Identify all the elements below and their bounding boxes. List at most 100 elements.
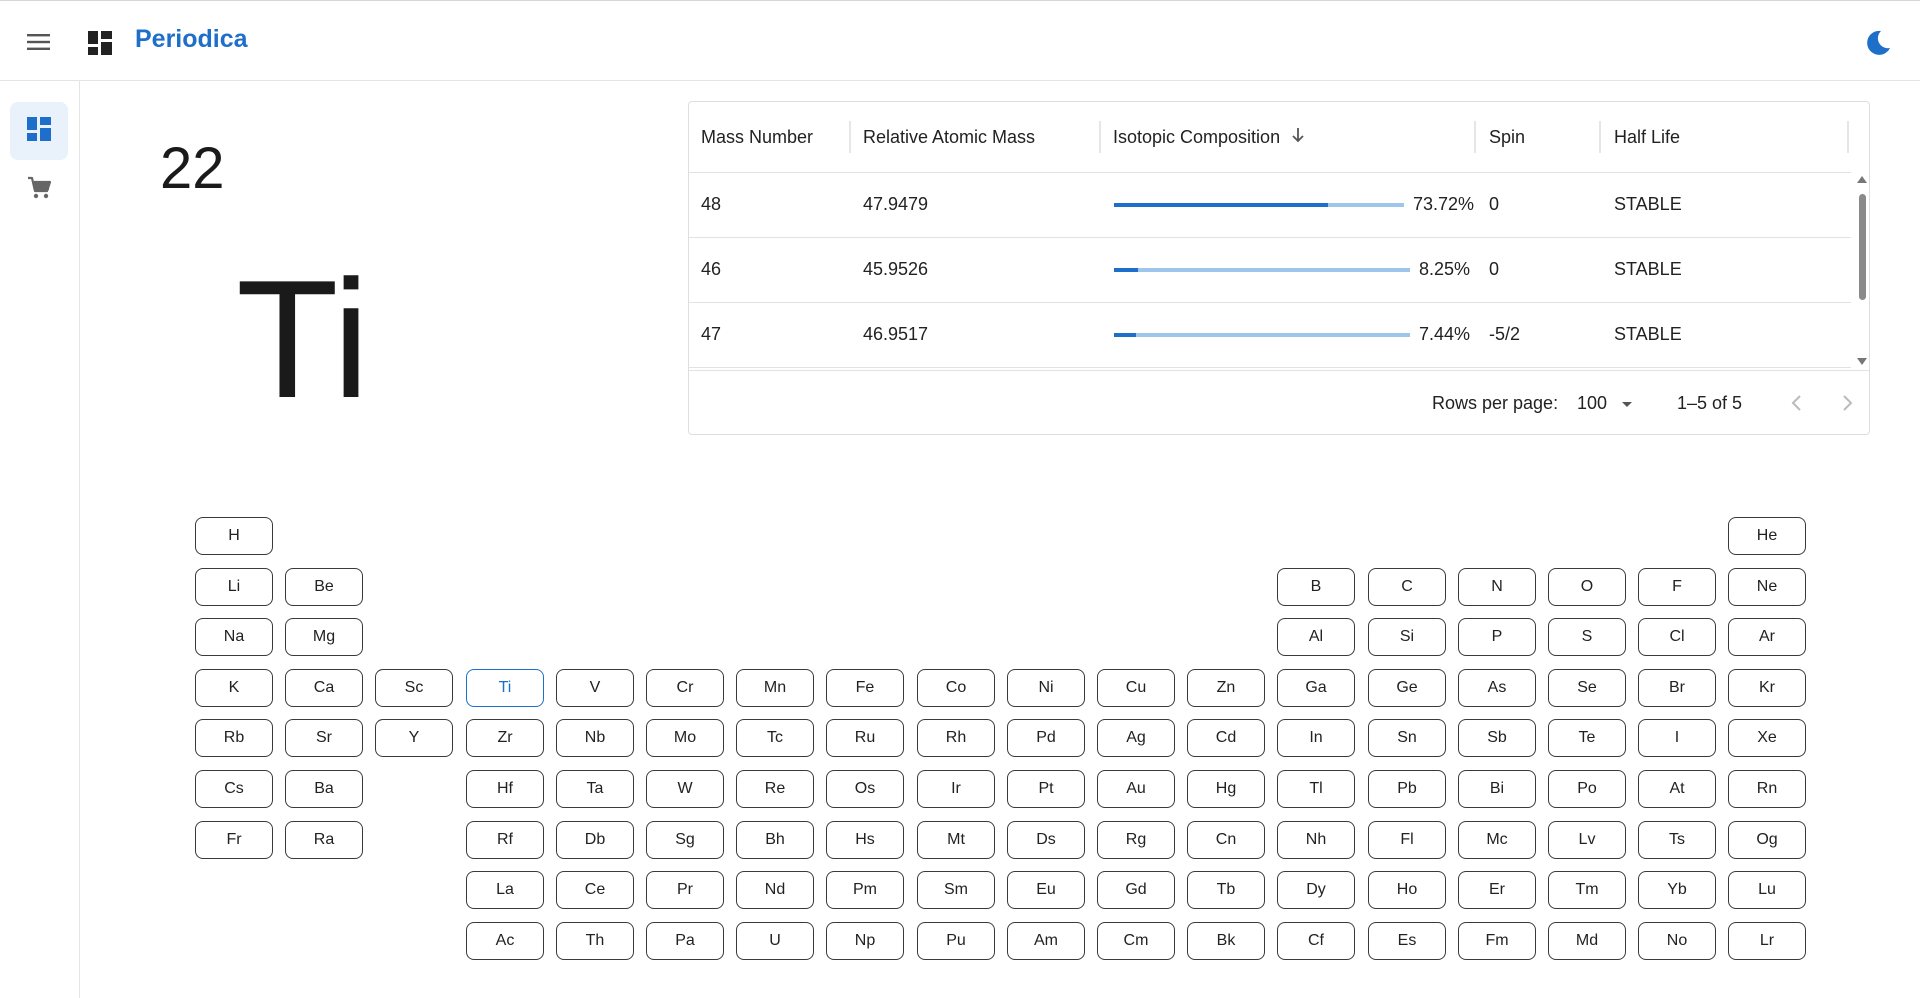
element-button-cn[interactable]: Cn <box>1187 821 1265 859</box>
element-button-sb[interactable]: Sb <box>1458 719 1536 757</box>
dark-mode-moon-icon[interactable] <box>1862 27 1894 59</box>
element-button-hg[interactable]: Hg <box>1187 770 1265 808</box>
element-button-he[interactable]: He <box>1728 517 1806 555</box>
column-header-relative-atomic-mass[interactable]: Relative Atomic Mass <box>863 102 1035 172</box>
scrollbar-thumb[interactable] <box>1859 194 1866 300</box>
arrow-down-icon[interactable] <box>1290 103 1306 173</box>
element-button-y[interactable]: Y <box>375 719 453 757</box>
element-button-au[interactable]: Au <box>1097 770 1175 808</box>
element-button-rh[interactable]: Rh <box>917 719 995 757</box>
element-button-am[interactable]: Am <box>1007 922 1085 960</box>
element-button-p[interactable]: P <box>1458 618 1536 656</box>
element-button-po[interactable]: Po <box>1548 770 1626 808</box>
element-button-v[interactable]: V <box>556 669 634 707</box>
element-button-os[interactable]: Os <box>826 770 904 808</box>
element-button-pa[interactable]: Pa <box>646 922 724 960</box>
table-row[interactable]: 46 45.9526 8.25% 0 STABLE <box>689 237 1851 303</box>
element-button-nb[interactable]: Nb <box>556 719 634 757</box>
table-row[interactable]: 48 47.9479 73.72% 0 STABLE <box>689 172 1851 238</box>
element-button-se[interactable]: Se <box>1548 669 1626 707</box>
element-button-ds[interactable]: Ds <box>1007 821 1085 859</box>
element-button-lr[interactable]: Lr <box>1728 922 1806 960</box>
element-button-cs[interactable]: Cs <box>195 770 273 808</box>
table-body[interactable]: 48 47.9479 73.72% 0 STABLE 46 45.9526 8.… <box>689 172 1851 370</box>
element-button-cf[interactable]: Cf <box>1277 922 1355 960</box>
element-button-md[interactable]: Md <box>1548 922 1626 960</box>
element-button-i[interactable]: I <box>1638 719 1716 757</box>
column-separator[interactable] <box>1847 121 1849 153</box>
element-button-sm[interactable]: Sm <box>917 871 995 909</box>
element-button-ho[interactable]: Ho <box>1368 871 1446 909</box>
column-header-half-life[interactable]: Half Life <box>1614 102 1680 172</box>
element-button-cm[interactable]: Cm <box>1097 922 1175 960</box>
element-button-ru[interactable]: Ru <box>826 719 904 757</box>
element-button-ba[interactable]: Ba <box>285 770 363 808</box>
element-button-s[interactable]: S <box>1548 618 1626 656</box>
element-button-ir[interactable]: Ir <box>917 770 995 808</box>
element-button-al[interactable]: Al <box>1277 618 1355 656</box>
element-button-ar[interactable]: Ar <box>1728 618 1806 656</box>
element-button-w[interactable]: W <box>646 770 724 808</box>
element-button-pd[interactable]: Pd <box>1007 719 1085 757</box>
element-button-tl[interactable]: Tl <box>1277 770 1355 808</box>
element-button-rf[interactable]: Rf <box>466 821 544 859</box>
element-button-li[interactable]: Li <box>195 568 273 606</box>
element-button-at[interactable]: At <box>1638 770 1716 808</box>
element-button-u[interactable]: U <box>736 922 814 960</box>
element-button-bh[interactable]: Bh <box>736 821 814 859</box>
element-button-co[interactable]: Co <box>917 669 995 707</box>
element-button-er[interactable]: Er <box>1458 871 1536 909</box>
element-button-sg[interactable]: Sg <box>646 821 724 859</box>
element-button-rg[interactable]: Rg <box>1097 821 1175 859</box>
element-button-cu[interactable]: Cu <box>1097 669 1175 707</box>
element-button-fm[interactable]: Fm <box>1458 922 1536 960</box>
sidebar-item-dashboard[interactable] <box>10 102 68 160</box>
element-button-pb[interactable]: Pb <box>1368 770 1446 808</box>
element-button-mg[interactable]: Mg <box>285 618 363 656</box>
element-button-mc[interactable]: Mc <box>1458 821 1536 859</box>
element-button-hs[interactable]: Hs <box>826 821 904 859</box>
element-button-c[interactable]: C <box>1368 568 1446 606</box>
chevron-right-icon[interactable] <box>1835 391 1859 415</box>
element-button-og[interactable]: Og <box>1728 821 1806 859</box>
scroll-down-icon[interactable] <box>1856 357 1868 367</box>
element-button-gd[interactable]: Gd <box>1097 871 1175 909</box>
element-button-lv[interactable]: Lv <box>1548 821 1626 859</box>
element-button-ts[interactable]: Ts <box>1638 821 1716 859</box>
element-button-nh[interactable]: Nh <box>1277 821 1355 859</box>
element-button-cl[interactable]: Cl <box>1638 618 1716 656</box>
element-button-tb[interactable]: Tb <box>1187 871 1265 909</box>
element-button-ge[interactable]: Ge <box>1368 669 1446 707</box>
element-button-tc[interactable]: Tc <box>736 719 814 757</box>
element-button-mo[interactable]: Mo <box>646 719 724 757</box>
element-button-k[interactable]: K <box>195 669 273 707</box>
element-button-pr[interactable]: Pr <box>646 871 724 909</box>
column-separator[interactable] <box>1099 121 1101 153</box>
element-button-ra[interactable]: Ra <box>285 821 363 859</box>
element-button-zr[interactable]: Zr <box>466 719 544 757</box>
element-button-rb[interactable]: Rb <box>195 719 273 757</box>
element-button-te[interactable]: Te <box>1548 719 1626 757</box>
element-button-kr[interactable]: Kr <box>1728 669 1806 707</box>
element-button-ac[interactable]: Ac <box>466 922 544 960</box>
element-button-n[interactable]: N <box>1458 568 1536 606</box>
element-button-ne[interactable]: Ne <box>1728 568 1806 606</box>
element-button-es[interactable]: Es <box>1368 922 1446 960</box>
element-button-sn[interactable]: Sn <box>1368 719 1446 757</box>
element-button-fe[interactable]: Fe <box>826 669 904 707</box>
element-button-cr[interactable]: Cr <box>646 669 724 707</box>
element-button-cd[interactable]: Cd <box>1187 719 1265 757</box>
hamburger-menu-icon[interactable] <box>22 27 56 57</box>
app-title[interactable]: Periodica <box>135 25 248 54</box>
column-header-isotopic-composition[interactable]: Isotopic Composition <box>1113 102 1306 172</box>
element-button-be[interactable]: Be <box>285 568 363 606</box>
vertical-scrollbar[interactable] <box>1855 172 1869 370</box>
element-button-h[interactable]: H <box>195 517 273 555</box>
element-button-pm[interactable]: Pm <box>826 871 904 909</box>
column-header-mass-number[interactable]: Mass Number <box>701 102 813 172</box>
element-button-db[interactable]: Db <box>556 821 634 859</box>
element-button-mn[interactable]: Mn <box>736 669 814 707</box>
element-button-yb[interactable]: Yb <box>1638 871 1716 909</box>
sidebar-item-cart[interactable] <box>10 161 68 219</box>
element-button-bk[interactable]: Bk <box>1187 922 1265 960</box>
